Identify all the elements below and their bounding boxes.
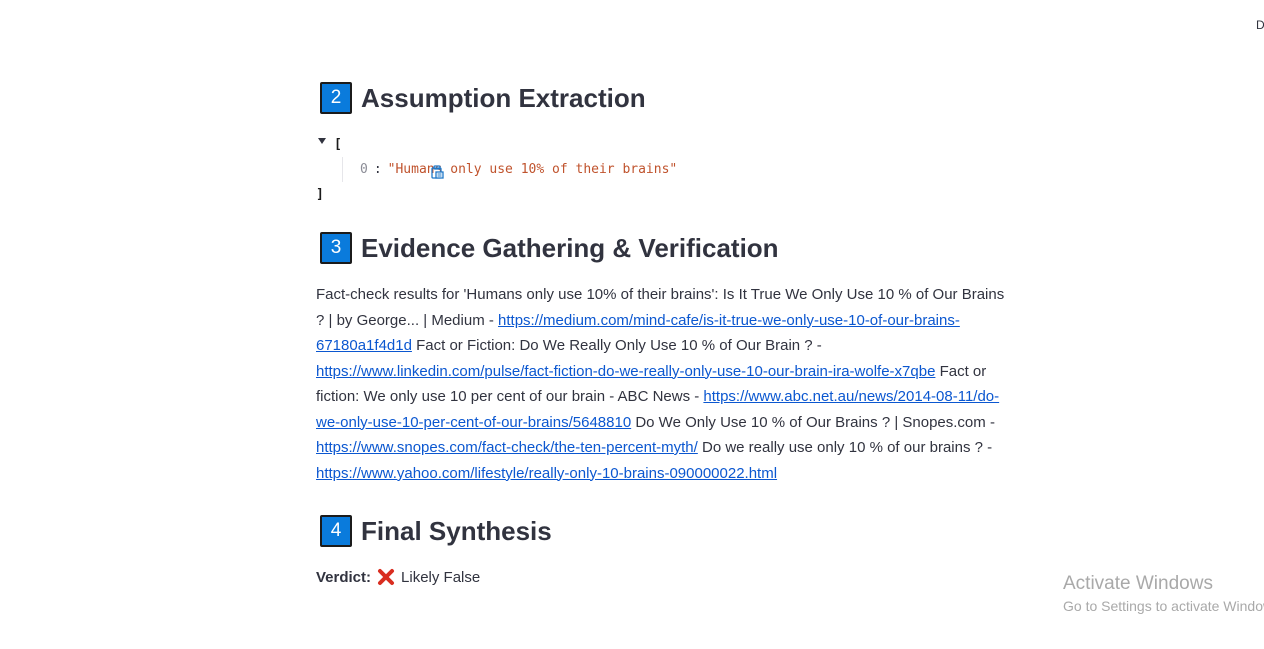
verdict-line: Verdict: Likely False bbox=[316, 564, 480, 590]
evidence-text: Do We Only Use 10 % of Our Brains ? | Sn… bbox=[631, 413, 995, 431]
json-open-line: [ bbox=[316, 132, 916, 179]
verdict-label: Verdict: bbox=[316, 568, 372, 586]
section-heading-assumption-extraction: 2 Assumption Extraction bbox=[316, 78, 646, 118]
top-right-menu-glyph[interactable]: D bbox=[1256, 18, 1264, 32]
json-open-bracket: [ bbox=[334, 137, 342, 152]
number-badge-2: 2 bbox=[320, 82, 352, 114]
section-title: Final Synthesis bbox=[361, 515, 552, 546]
json-viewer: [ 0 : "Humans only use 10% of their brai… bbox=[316, 132, 916, 207]
evidence-link-snopes[interactable]: https://www.snopes.com/fact-check/the-te… bbox=[316, 439, 698, 456]
evidence-text: Fact or Fiction: Do We Really Only Use 1… bbox=[411, 337, 822, 354]
page: D 2 Assumption Extraction [0: "Humans … bbox=[0, 0, 1264, 649]
evidence-link-linkedin[interactable]: https://www.linkedin.com/pulse/fact-fict… bbox=[316, 363, 935, 380]
collapse-caret-icon[interactable] bbox=[318, 137, 326, 144]
activate-windows-watermark: Activate Windows Go to Settings to activ… bbox=[1063, 572, 1264, 616]
watermark-subtitle: Go to Settings to activate Windows. bbox=[1063, 598, 1264, 614]
json-close-bracket: ] bbox=[316, 187, 324, 202]
evidence-text: Do we really use only 10 % of our brains… bbox=[697, 439, 993, 456]
number-badge-4: 4 bbox=[320, 515, 352, 547]
section-heading-evidence: 3 Evidence Gathering & Verification bbox=[316, 228, 779, 268]
watermark-title: Activate Windows bbox=[1063, 573, 1213, 594]
section-title: Assumption Extraction bbox=[361, 82, 646, 113]
cross-mark-icon bbox=[377, 568, 395, 586]
evidence-link-yahoo[interactable]: https://www.yahoo.com/lifestyle/really-o… bbox=[316, 465, 777, 482]
section-title: Evidence Gathering & Verification bbox=[361, 232, 779, 263]
section-heading-final-synthesis: 4 Final Synthesis bbox=[316, 511, 552, 551]
evidence-paragraph: Fact-check results for 'Humans only use … bbox=[316, 282, 1016, 486]
number-badge-3: 3 bbox=[320, 232, 352, 264]
copy-icon[interactable] bbox=[352, 138, 444, 179]
verdict-value: Likely False bbox=[401, 568, 481, 586]
